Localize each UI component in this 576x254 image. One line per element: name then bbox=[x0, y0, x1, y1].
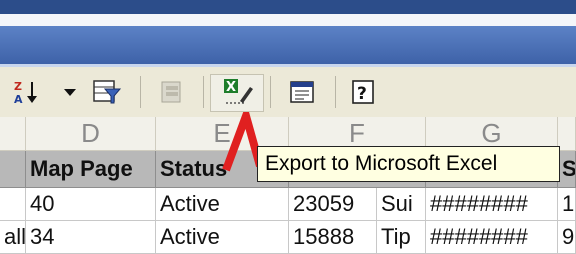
svg-text:X: X bbox=[226, 80, 236, 95]
table-cell[interactable]: ######## bbox=[426, 221, 558, 254]
table-cell[interactable]: 15888 bbox=[289, 221, 377, 254]
toolbar-separator bbox=[335, 76, 336, 108]
sort-descending-button[interactable]: Z A bbox=[8, 79, 52, 105]
sort-dropdown-button[interactable] bbox=[60, 79, 80, 105]
filter-button[interactable] bbox=[90, 79, 124, 105]
help-button[interactable]: ? bbox=[345, 79, 381, 105]
help-icon: ? bbox=[352, 80, 374, 104]
table-cell[interactable]: all bbox=[0, 221, 26, 254]
export-excel-icon: X bbox=[224, 79, 253, 104]
table-cell[interactable]: Tip bbox=[377, 221, 426, 254]
svg-text:A: A bbox=[14, 93, 23, 105]
table-cell[interactable]: 40 bbox=[26, 188, 156, 221]
column-header-next bbox=[558, 117, 576, 151]
table-cell[interactable]: 1 bbox=[558, 188, 576, 221]
toolbar-separator bbox=[203, 76, 204, 108]
table-cell[interactable] bbox=[0, 188, 26, 221]
column-header-blank bbox=[0, 117, 26, 151]
svg-text:?: ? bbox=[357, 84, 367, 104]
column-header-d[interactable]: D bbox=[26, 117, 156, 151]
title-bar-gap bbox=[0, 14, 576, 26]
field-header-cell bbox=[0, 151, 26, 188]
table-cell[interactable]: 34 bbox=[26, 221, 156, 254]
dropdown-arrow-icon bbox=[64, 89, 76, 96]
export-tooltip: Export to Microsoft Excel bbox=[257, 146, 560, 182]
table-cell[interactable]: 23059 bbox=[289, 188, 377, 221]
report-button[interactable] bbox=[282, 79, 322, 105]
disabled-tool-button[interactable] bbox=[152, 79, 192, 105]
panel-header-bar bbox=[0, 26, 576, 64]
title-bar bbox=[0, 0, 576, 14]
disabled-tool-icon bbox=[161, 81, 181, 103]
table-cell[interactable]: Active bbox=[156, 221, 289, 254]
field-header-map-page[interactable]: Map Page bbox=[26, 151, 156, 188]
svg-text:Z: Z bbox=[14, 80, 22, 93]
filter-icon bbox=[93, 80, 122, 104]
sort-descending-icon: Z A bbox=[14, 80, 37, 105]
toolbar-separator bbox=[140, 76, 141, 108]
toolbar-separator bbox=[270, 76, 271, 108]
field-header-s[interactable]: S bbox=[558, 151, 576, 188]
table-cell[interactable]: 9 bbox=[558, 221, 576, 254]
export-excel-button[interactable]: X bbox=[216, 79, 258, 105]
table-cell[interactable]: Active bbox=[156, 188, 289, 221]
table-cell[interactable]: ######## bbox=[426, 188, 558, 221]
report-icon bbox=[290, 81, 314, 103]
table-cell[interactable]: Sui bbox=[377, 188, 426, 221]
